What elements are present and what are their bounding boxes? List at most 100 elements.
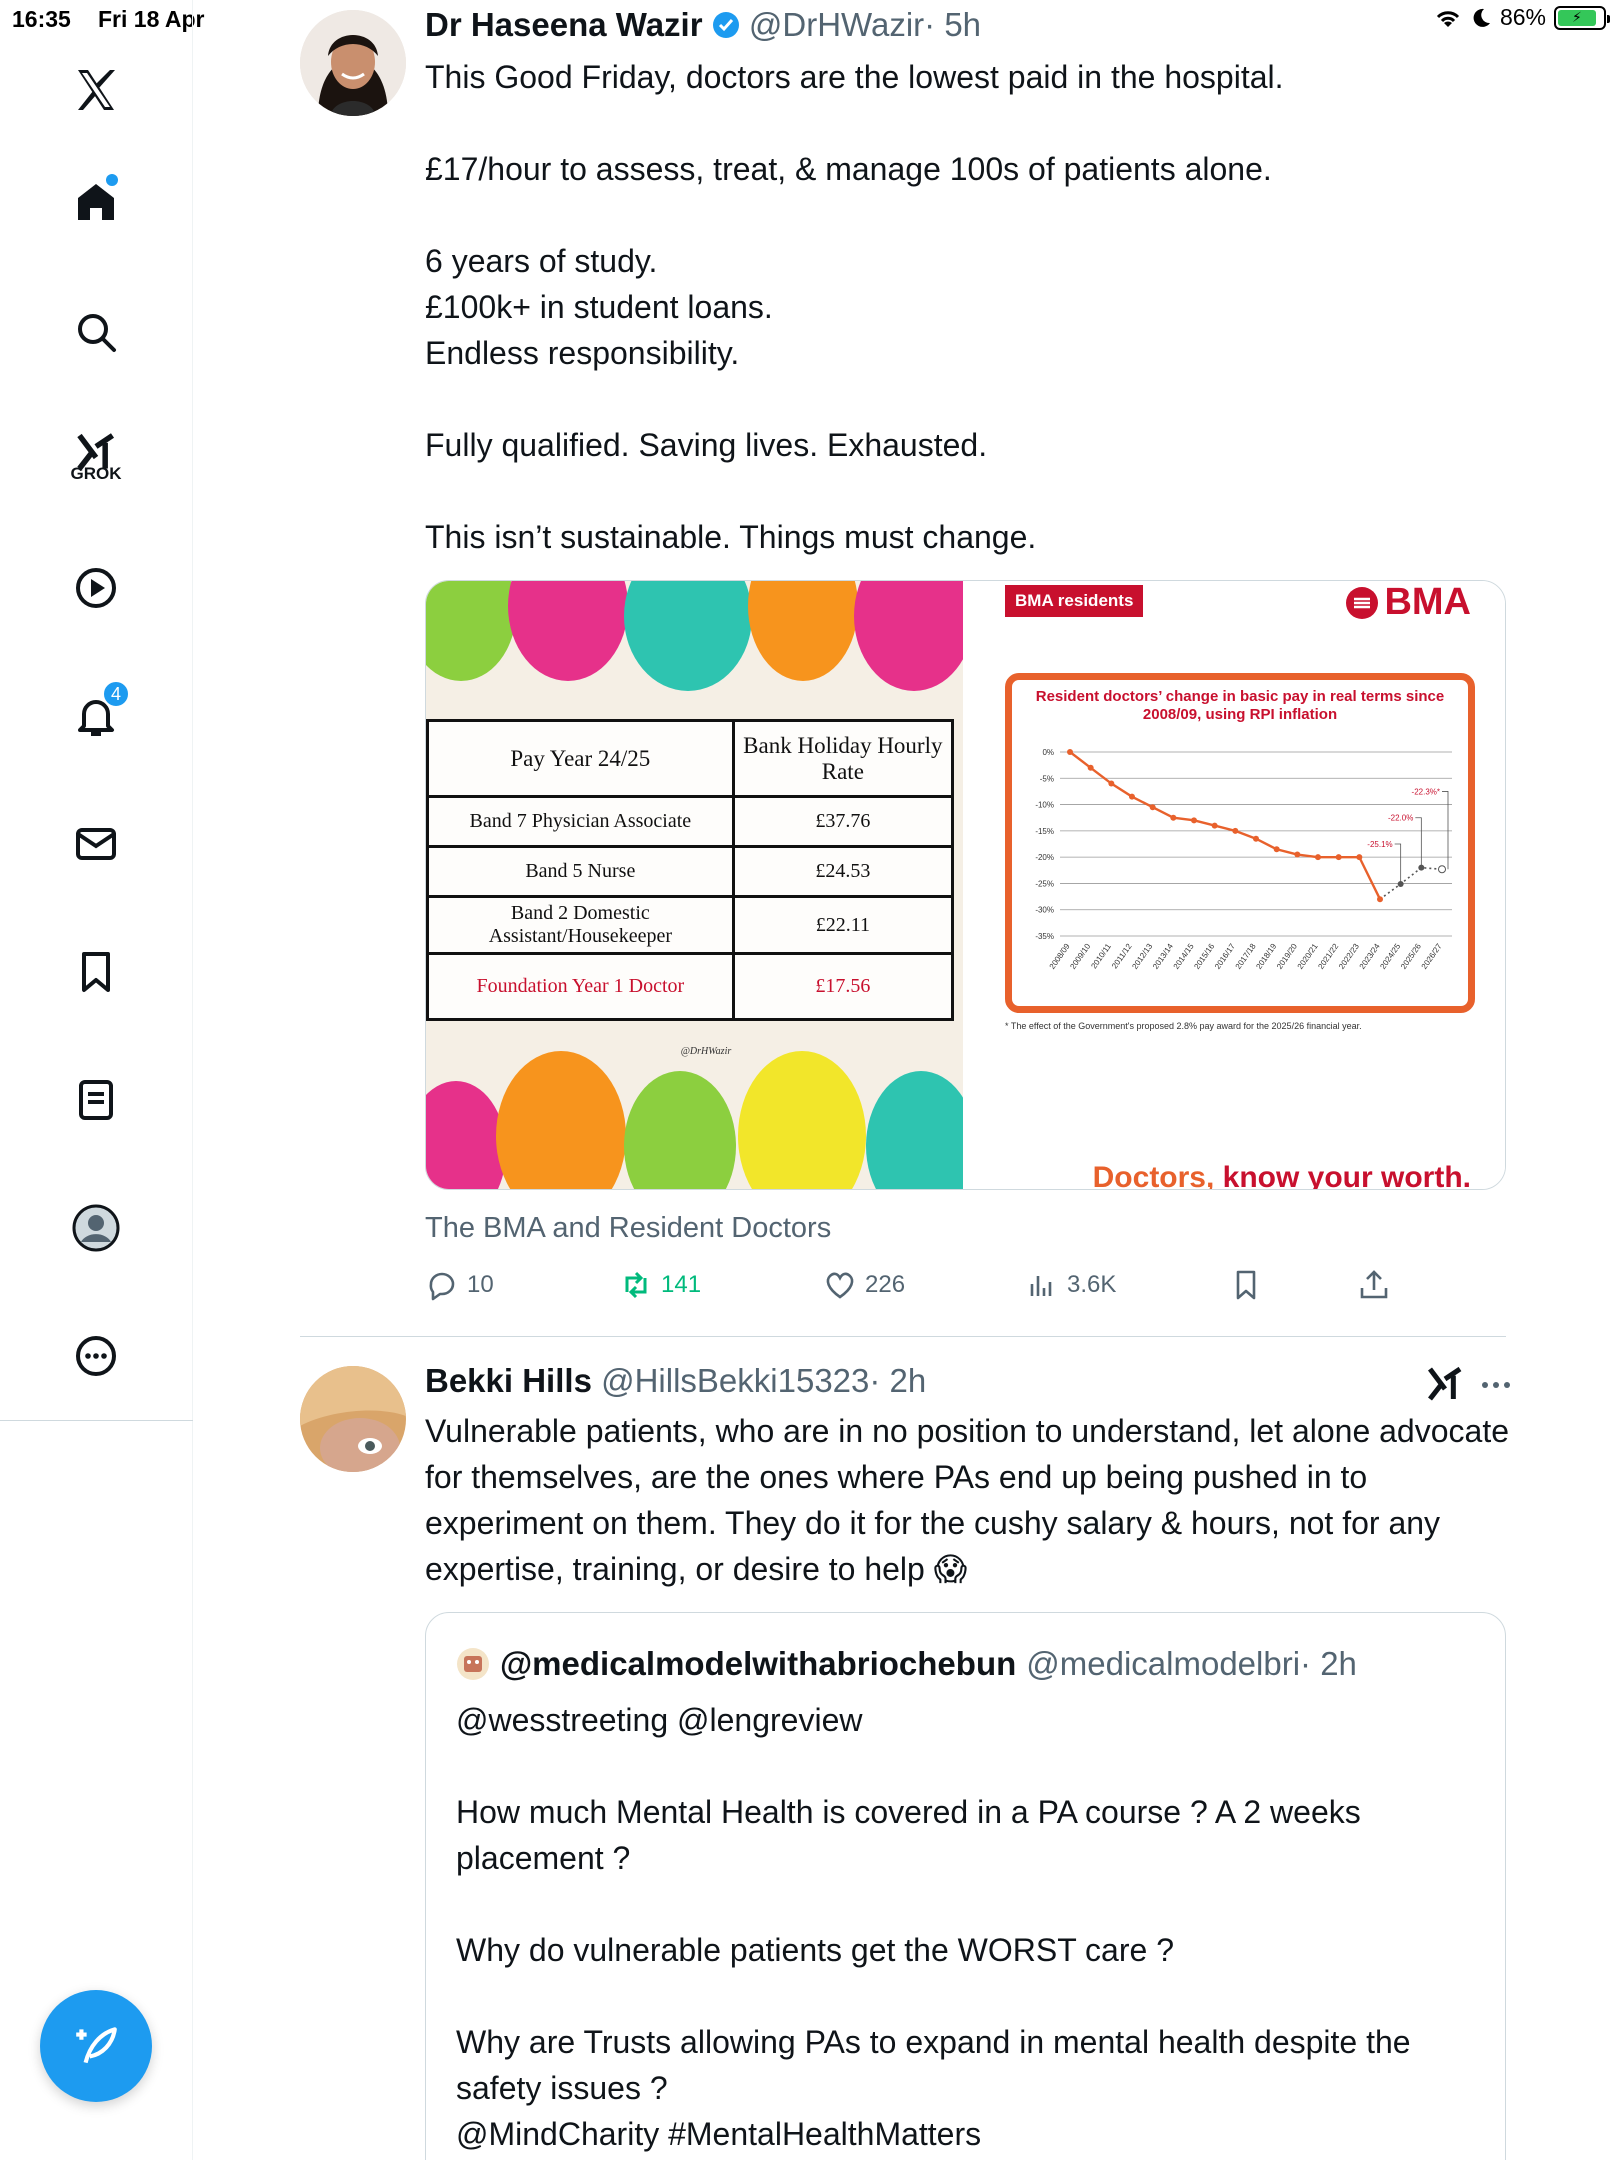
bma-tag: BMA residents: [1005, 585, 1144, 617]
pay-table-rate: £37.76: [731, 795, 955, 848]
avatar[interactable]: [300, 10, 406, 116]
compose-button[interactable]: [40, 1990, 152, 2102]
data-point: [1108, 780, 1115, 787]
quote-text: @wesstreeting @lengreview How much Menta…: [456, 1702, 1411, 2152]
more-options-icon[interactable]: [1479, 1370, 1513, 1400]
bma-chart-image[interactable]: BMA residents BMA Resident doctors’ chan…: [963, 581, 1505, 1189]
sidebar-divider: [0, 1420, 193, 1421]
view-count: 3.6K: [1067, 1271, 1117, 1298]
quoted-tweet[interactable]: @medicalmodelwithabriochebun @medicalmod…: [425, 1612, 1506, 2160]
bookmark-icon[interactable]: [66, 942, 126, 1002]
share-button[interactable]: [1357, 1268, 1391, 1302]
views-button[interactable]: 3.6K: [1025, 1268, 1116, 1302]
reply-icon: [429, 1272, 455, 1301]
data-point: [1170, 814, 1177, 821]
tweet-header: Dr Haseena Wazir @DrHWazir· 5h: [425, 6, 981, 44]
tweet-header: Bekki Hills @HillsBekki15323· 2h: [425, 1362, 926, 1400]
x-tick-label: 2026/27: [1420, 942, 1444, 971]
tweet-time[interactable]: · 2h: [869, 1362, 926, 1399]
y-tick-label: -5%: [1040, 774, 1054, 783]
verified-badge-icon: [712, 12, 739, 38]
author-name[interactable]: Dr Haseena Wazir: [425, 6, 703, 43]
reply-button[interactable]: 10: [425, 1268, 494, 1302]
author-name[interactable]: Bekki Hills: [425, 1362, 592, 1399]
tweet-time[interactable]: · 5h: [924, 6, 981, 43]
search-icon[interactable]: [66, 302, 126, 362]
data-point: [1191, 817, 1197, 824]
pay-table: Pay Year 24/25 Bank Holiday Hourly Rate …: [426, 719, 955, 1021]
chart-footnote: * The effect of the Government's propose…: [1005, 1021, 1362, 1031]
repost-icon: [625, 1271, 647, 1299]
bma-logo: BMA: [1344, 581, 1471, 624]
bma-slogan: Doctors, know your worth.: [1092, 1161, 1471, 1190]
like-count: 226: [865, 1271, 906, 1298]
video-play-icon[interactable]: [66, 558, 126, 618]
quote-author-handle[interactable]: @medicalmodelbri· 2h: [1026, 1645, 1357, 1683]
data-point: [1129, 793, 1135, 800]
share-icon: [1360, 1270, 1388, 1299]
egg-decoration: [738, 1051, 866, 1189]
quote-header: @medicalmodelwithabriochebun @medicalmod…: [456, 1645, 1357, 1683]
sidebar: GROK 4: [0, 0, 193, 2160]
tweet-media[interactable]: Pay Year 24/25 Bank Holiday Hourly Rate …: [425, 580, 1506, 1190]
home-icon[interactable]: [66, 172, 126, 232]
annotation-label: -22.3%*: [1412, 787, 1440, 796]
reply-count: 10: [467, 1271, 494, 1298]
grok-icon[interactable]: [1425, 1364, 1465, 1404]
data-point: [1377, 896, 1383, 903]
mail-icon[interactable]: [66, 814, 126, 874]
tweet-divider: [300, 1336, 1506, 1337]
heart-icon: [826, 1272, 854, 1299]
y-tick-label: -10%: [1035, 801, 1054, 810]
bookmark-button[interactable]: [1229, 1268, 1263, 1302]
pay-table-rate: £17.56: [731, 952, 955, 1021]
pay-table-rate: £22.11: [731, 895, 955, 955]
data-point: [1356, 854, 1363, 861]
bma-chart-box: Resident doctors’ change in basic pay in…: [1005, 673, 1475, 1013]
annotation-leader: [1415, 817, 1422, 868]
pay-table-role: Band 7 Physician Associate: [426, 795, 735, 848]
bookmark-icon: [1236, 1270, 1256, 1300]
avatar[interactable]: [300, 1366, 406, 1472]
pay-table-note: @DrHWazir: [680, 1046, 732, 1057]
y-tick-label: 0%: [1042, 748, 1054, 757]
pay-table-role: Band 2 Domestic Assistant/Housekeeper: [426, 895, 735, 955]
compose-icon: [76, 2027, 117, 2064]
x-logo-icon[interactable]: [66, 60, 126, 120]
line-chart: 0%-5%-10%-15%-20%-25%-30%-35%2008/092009…: [1035, 748, 1452, 971]
egg-decoration: [426, 1081, 506, 1189]
y-tick-label: -15%: [1035, 827, 1054, 836]
more-icon[interactable]: [66, 1326, 126, 1386]
home-unread-dot: [106, 174, 118, 186]
pay-table-header: Pay Year 24/25: [426, 719, 735, 798]
annotation-label: -22.0%: [1388, 814, 1413, 823]
quote-author-name[interactable]: @medicalmodelwithabriochebun: [500, 1645, 1016, 1683]
bell-icon[interactable]: 4: [66, 680, 130, 746]
pay-table-image[interactable]: Pay Year 24/25 Bank Holiday Hourly Rate …: [426, 581, 963, 1189]
tweet-actions: 10 141 226 3.6K: [425, 1268, 1425, 1308]
grok-icon[interactable]: GROK: [66, 422, 126, 483]
egg-decoration: [624, 581, 752, 691]
author-handle[interactable]: @HillsBekki15323: [601, 1362, 869, 1399]
egg-decoration: [496, 1051, 626, 1189]
bma-logo-text: BMA: [1384, 581, 1471, 623]
repost-button[interactable]: 141: [619, 1268, 701, 1302]
y-tick-label: -20%: [1035, 853, 1054, 862]
like-button[interactable]: 226: [823, 1268, 905, 1302]
data-point: [1335, 854, 1342, 861]
profile-avatar-icon[interactable]: [66, 1198, 126, 1258]
data-point: [1087, 764, 1094, 771]
data-point: [1438, 865, 1446, 874]
annotation-leader: [1394, 843, 1402, 884]
y-tick-label: -25%: [1035, 879, 1054, 888]
pay-table-role: Band 5 Nurse: [426, 845, 735, 898]
author-handle[interactable]: @DrHWazir: [749, 6, 924, 43]
media-caption[interactable]: The BMA and Resident Doctors: [425, 1212, 831, 1245]
quote-avatar[interactable]: [456, 1647, 490, 1681]
list-icon[interactable]: [66, 1070, 126, 1130]
data-point: [1294, 851, 1301, 858]
egg-decoration: [866, 1071, 963, 1189]
bma-slogan-a: Doctors,: [1092, 1161, 1215, 1190]
annotation-leader: [1442, 791, 1449, 870]
data-point: [1149, 804, 1156, 811]
